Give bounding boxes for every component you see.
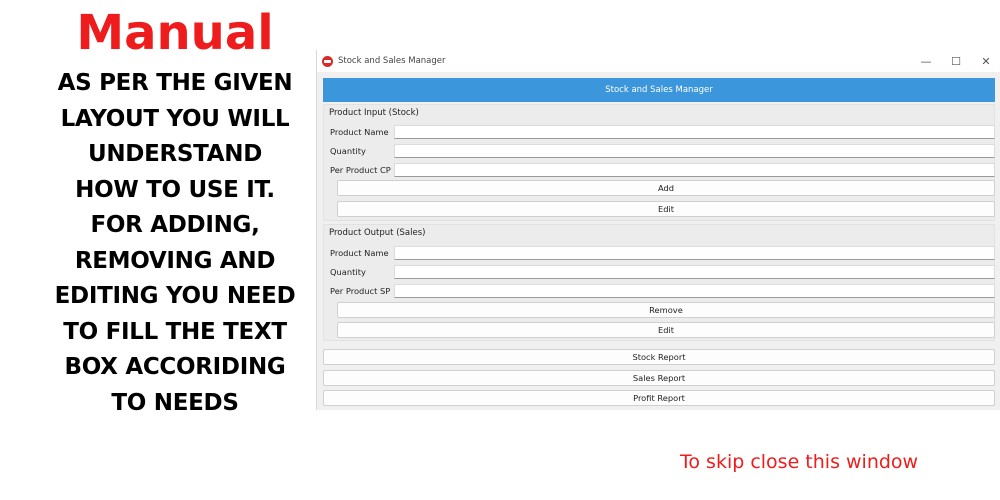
instruction-line: EDITING YOU NEED — [54, 283, 296, 309]
stock-edit-button[interactable]: Edit — [337, 201, 995, 217]
stock-input-group: Product Input (Stock) Product Name Quant… — [323, 104, 995, 221]
close-icon[interactable]: ✕ — [971, 50, 1000, 72]
sales-quantity-input[interactable] — [394, 265, 995, 279]
app-window: Stock and Sales Manager — ☐ ✕ Stock and … — [316, 50, 1000, 410]
instruction-line: TO FILL THE TEXT — [63, 318, 287, 345]
instruction-line: REMOVING AND — [74, 247, 276, 274]
app-logo-icon — [322, 55, 333, 67]
header-banner: Stock and Sales Manager — [323, 78, 995, 102]
instruction-line: UNDERSTAND — [87, 141, 263, 167]
remove-button[interactable]: Remove — [337, 302, 995, 318]
profit-report-button[interactable]: Profit Report — [323, 390, 995, 406]
sales-product-name-input[interactable] — [394, 246, 995, 260]
manual-title: Manual — [76, 5, 274, 61]
instruction-line: HOW TO USE IT. — [75, 176, 275, 203]
sales-group-label: Product Output (Sales) — [329, 228, 426, 238]
stock-quantity-label: Quantity — [330, 146, 366, 156]
window-controls: — ☐ ✕ — [911, 50, 1000, 72]
sales-report-button[interactable]: Sales Report — [323, 370, 995, 386]
stock-cp-label: Per Product CP — [330, 165, 391, 175]
add-button[interactable]: Add — [337, 180, 995, 196]
sales-sp-label: Per Product SP — [330, 286, 391, 296]
instruction-line: TO NEEDS — [111, 389, 239, 416]
instruction-line: FOR ADDING, — [90, 212, 260, 238]
maximize-icon[interactable]: ☐ — [941, 50, 971, 72]
instructions: AS PER THE GIVEN LAYOUT YOU WILL UNDERST… — [20, 66, 330, 421]
sales-sp-input[interactable] — [394, 284, 995, 298]
title-bar[interactable]: Stock and Sales Manager — ☐ ✕ — [317, 50, 1000, 72]
sales-edit-button[interactable]: Edit — [337, 322, 995, 338]
stock-product-name-label: Product Name — [330, 127, 389, 137]
stock-quantity-input[interactable] — [394, 144, 995, 158]
stock-report-button[interactable]: Stock Report — [323, 349, 995, 365]
stock-cp-input[interactable] — [394, 163, 995, 177]
minimize-icon[interactable]: — — [911, 50, 941, 72]
stock-group-label: Product Input (Stock) — [329, 108, 419, 118]
window-title: Stock and Sales Manager — [338, 56, 446, 66]
stock-product-name-input[interactable] — [394, 125, 995, 139]
sales-quantity-label: Quantity — [330, 267, 366, 277]
instruction-line: AS PER THE GIVEN — [57, 70, 293, 96]
instruction-line: BOX ACCORIDING — [64, 354, 286, 380]
instruction-line: LAYOUT YOU WILL — [60, 105, 290, 132]
sales-product-name-label: Product Name — [330, 248, 389, 258]
skip-note: To skip close this window — [680, 451, 919, 473]
sales-output-group: Product Output (Sales) Product Name Quan… — [323, 224, 995, 341]
